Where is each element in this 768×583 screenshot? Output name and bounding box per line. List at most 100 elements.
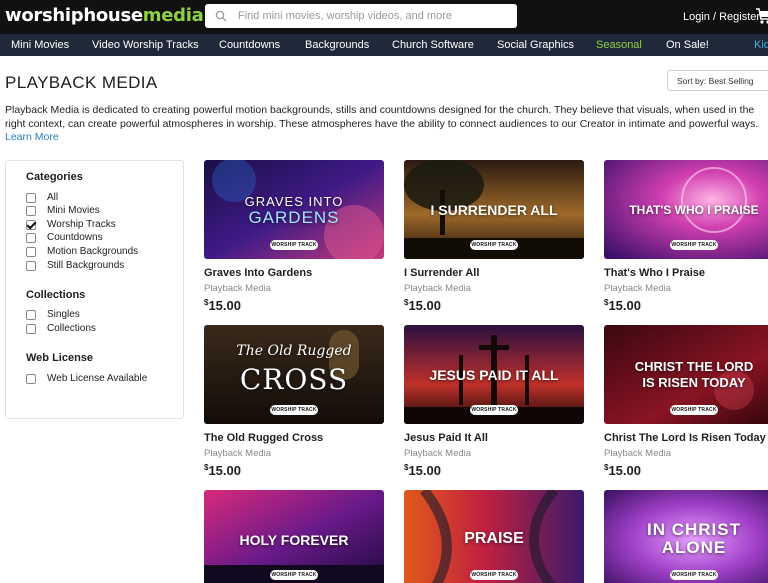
product-name[interactable]: Graves Into Gardens <box>204 267 312 279</box>
filter-label: Still Backgrounds <box>47 260 125 271</box>
search-input[interactable] <box>238 4 508 28</box>
product-price: $15.00 <box>204 463 241 478</box>
checkbox[interactable] <box>26 310 36 320</box>
product-name[interactable]: Jesus Paid It All <box>404 432 488 444</box>
checkbox[interactable] <box>26 374 36 384</box>
product-thumbnail[interactable]: THAT'S WHO I PRAISE WORSHIP TRACK <box>604 160 768 259</box>
price-value: 15.00 <box>608 298 641 313</box>
nav-on-sale[interactable]: On Sale! <box>666 39 709 51</box>
product-maker[interactable]: Playback Media <box>604 448 671 459</box>
price-value: 15.00 <box>208 463 241 478</box>
sort-dropdown[interactable]: Sort by: Best Selling <box>667 70 768 91</box>
product-thumbnail[interactable]: The Old Rugged CROSS WORSHIP TRACK <box>204 325 384 424</box>
filter-label: Motion Backgrounds <box>47 246 139 257</box>
categories-heading: Categories <box>26 171 83 183</box>
logo-word: worshiphouse <box>5 5 143 26</box>
product-thumbnail[interactable]: I SURRENDER ALL WORSHIP TRACK <box>404 160 584 259</box>
site-logo[interactable]: worshiphousemedia <box>5 5 204 26</box>
price-value: 15.00 <box>208 298 241 313</box>
nav-social-graphics[interactable]: Social Graphics <box>497 39 574 51</box>
thumbnail-title: ALONE <box>661 538 727 557</box>
product-thumbnail[interactable]: HOLY FOREVER WORSHIP TRACK <box>204 490 384 583</box>
thumbnail-title: THAT'S WHO I PRAISE <box>629 203 759 217</box>
filter-label: Collections <box>47 323 96 334</box>
worship-track-badge: WORSHIP TRACK <box>470 570 518 580</box>
login-register-link[interactable]: Login / Register <box>683 11 760 23</box>
web-license-heading: Web License <box>26 352 94 364</box>
product-price: $15.00 <box>604 463 641 478</box>
checkbox[interactable] <box>26 206 36 216</box>
nav-seasonal[interactable]: Seasonal <box>596 39 642 51</box>
learn-more-link[interactable]: Learn More <box>5 131 59 143</box>
thumbnail-title: HOLY FOREVER <box>239 532 349 548</box>
price-value: 15.00 <box>408 463 441 478</box>
logo-accent: media <box>142 5 204 26</box>
product-maker[interactable]: Playback Media <box>204 448 271 459</box>
checkbox-checked[interactable] <box>26 220 36 230</box>
product-thumbnail[interactable]: JESUS PAID IT ALL WORSHIP TRACK <box>404 325 584 424</box>
nav-backgrounds[interactable]: Backgrounds <box>305 39 369 51</box>
thumbnail-title: CHRIST THE LORD <box>634 359 754 374</box>
filter-label: All <box>47 192 59 203</box>
thumbnail-title: GARDENS <box>248 208 340 227</box>
thumbnail-title: GRAVES INTO <box>244 194 344 209</box>
worship-track-badge: WORSHIP TRACK <box>670 570 718 580</box>
search-box[interactable] <box>205 4 517 28</box>
worship-track-badge: WORSHIP TRACK <box>270 570 318 580</box>
thumbnail-title: IS RISEN TODAY <box>642 375 746 390</box>
product-thumbnail[interactable]: CHRIST THE LORD IS RISEN TODAY WORSHIP T… <box>604 325 768 424</box>
filter-label: Mini Movies <box>47 205 100 216</box>
checkbox[interactable] <box>26 261 36 271</box>
nav-kids[interactable]: Kid <box>754 39 768 51</box>
top-bar: worshiphousemedia Login / Register <box>0 0 768 34</box>
product-name[interactable]: Christ The Lord Is Risen Today <box>604 432 766 444</box>
product-maker[interactable]: Playback Media <box>404 283 471 294</box>
product-name[interactable]: That's Who I Praise <box>604 267 705 279</box>
nav-church-software[interactable]: Church Software <box>392 39 474 51</box>
product-price: $15.00 <box>404 298 441 313</box>
worship-track-badge: WORSHIP TRACK <box>670 240 718 250</box>
product-maker[interactable]: Playback Media <box>404 448 471 459</box>
thumbnail-title: CROSS <box>239 363 349 396</box>
product-maker[interactable]: Playback Media <box>204 283 271 294</box>
product-thumbnail[interactable]: GRAVES INTO GARDENS WORSHIP TRACK <box>204 160 384 259</box>
checkbox[interactable] <box>26 247 36 257</box>
page-title: PLAYBACK MEDIA <box>5 73 158 92</box>
product-thumbnail[interactable]: PRAISE WORSHIP TRACK <box>404 490 584 583</box>
checkbox[interactable] <box>26 324 36 334</box>
product-price: $15.00 <box>404 463 441 478</box>
product-name[interactable]: The Old Rugged Cross <box>204 432 323 444</box>
price-value: 15.00 <box>408 298 441 313</box>
page-description: Playback Media is dedicated to creating … <box>5 104 759 130</box>
search-icon <box>215 10 227 22</box>
worship-track-badge: WORSHIP TRACK <box>470 405 518 415</box>
worship-track-badge: WORSHIP TRACK <box>470 240 518 250</box>
thumbnail-title: I SURRENDER ALL <box>430 202 558 218</box>
thumbnail-title: The Old Rugged <box>236 343 352 359</box>
product-price: $15.00 <box>204 298 241 313</box>
filter-label: Web License Available <box>47 373 148 384</box>
product-name[interactable]: I Surrender All <box>404 267 479 279</box>
product-price: $15.00 <box>604 298 641 313</box>
thumbnail-title: JESUS PAID IT ALL <box>429 367 559 383</box>
worship-track-badge: WORSHIP TRACK <box>270 240 318 250</box>
main-nav: Mini Movies Video Worship Tracks Countdo… <box>0 34 768 56</box>
nav-countdowns[interactable]: Countdowns <box>219 39 280 51</box>
checkbox[interactable] <box>26 193 36 203</box>
worship-track-badge: WORSHIP TRACK <box>670 405 718 415</box>
worship-track-badge: WORSHIP TRACK <box>270 405 318 415</box>
thumbnail-title: PRAISE <box>464 530 524 547</box>
nav-mini-movies[interactable]: Mini Movies <box>11 39 69 51</box>
price-value: 15.00 <box>608 463 641 478</box>
filter-sidebar: Categories All Mini Movies Worship Track… <box>5 160 184 419</box>
product-maker[interactable]: Playback Media <box>604 283 671 294</box>
nav-video-worship-tracks[interactable]: Video Worship Tracks <box>92 39 199 51</box>
filter-label: Worship Tracks <box>47 219 116 230</box>
cart-icon[interactable] <box>755 6 768 26</box>
checkbox[interactable] <box>26 233 36 243</box>
collections-heading: Collections <box>26 289 86 301</box>
thumbnail-title: IN CHRIST <box>647 520 741 539</box>
product-thumbnail[interactable]: IN CHRIST ALONE WORSHIP TRACK <box>604 490 768 583</box>
filter-label: Countdowns <box>47 232 103 243</box>
filter-label: Singles <box>47 309 80 320</box>
